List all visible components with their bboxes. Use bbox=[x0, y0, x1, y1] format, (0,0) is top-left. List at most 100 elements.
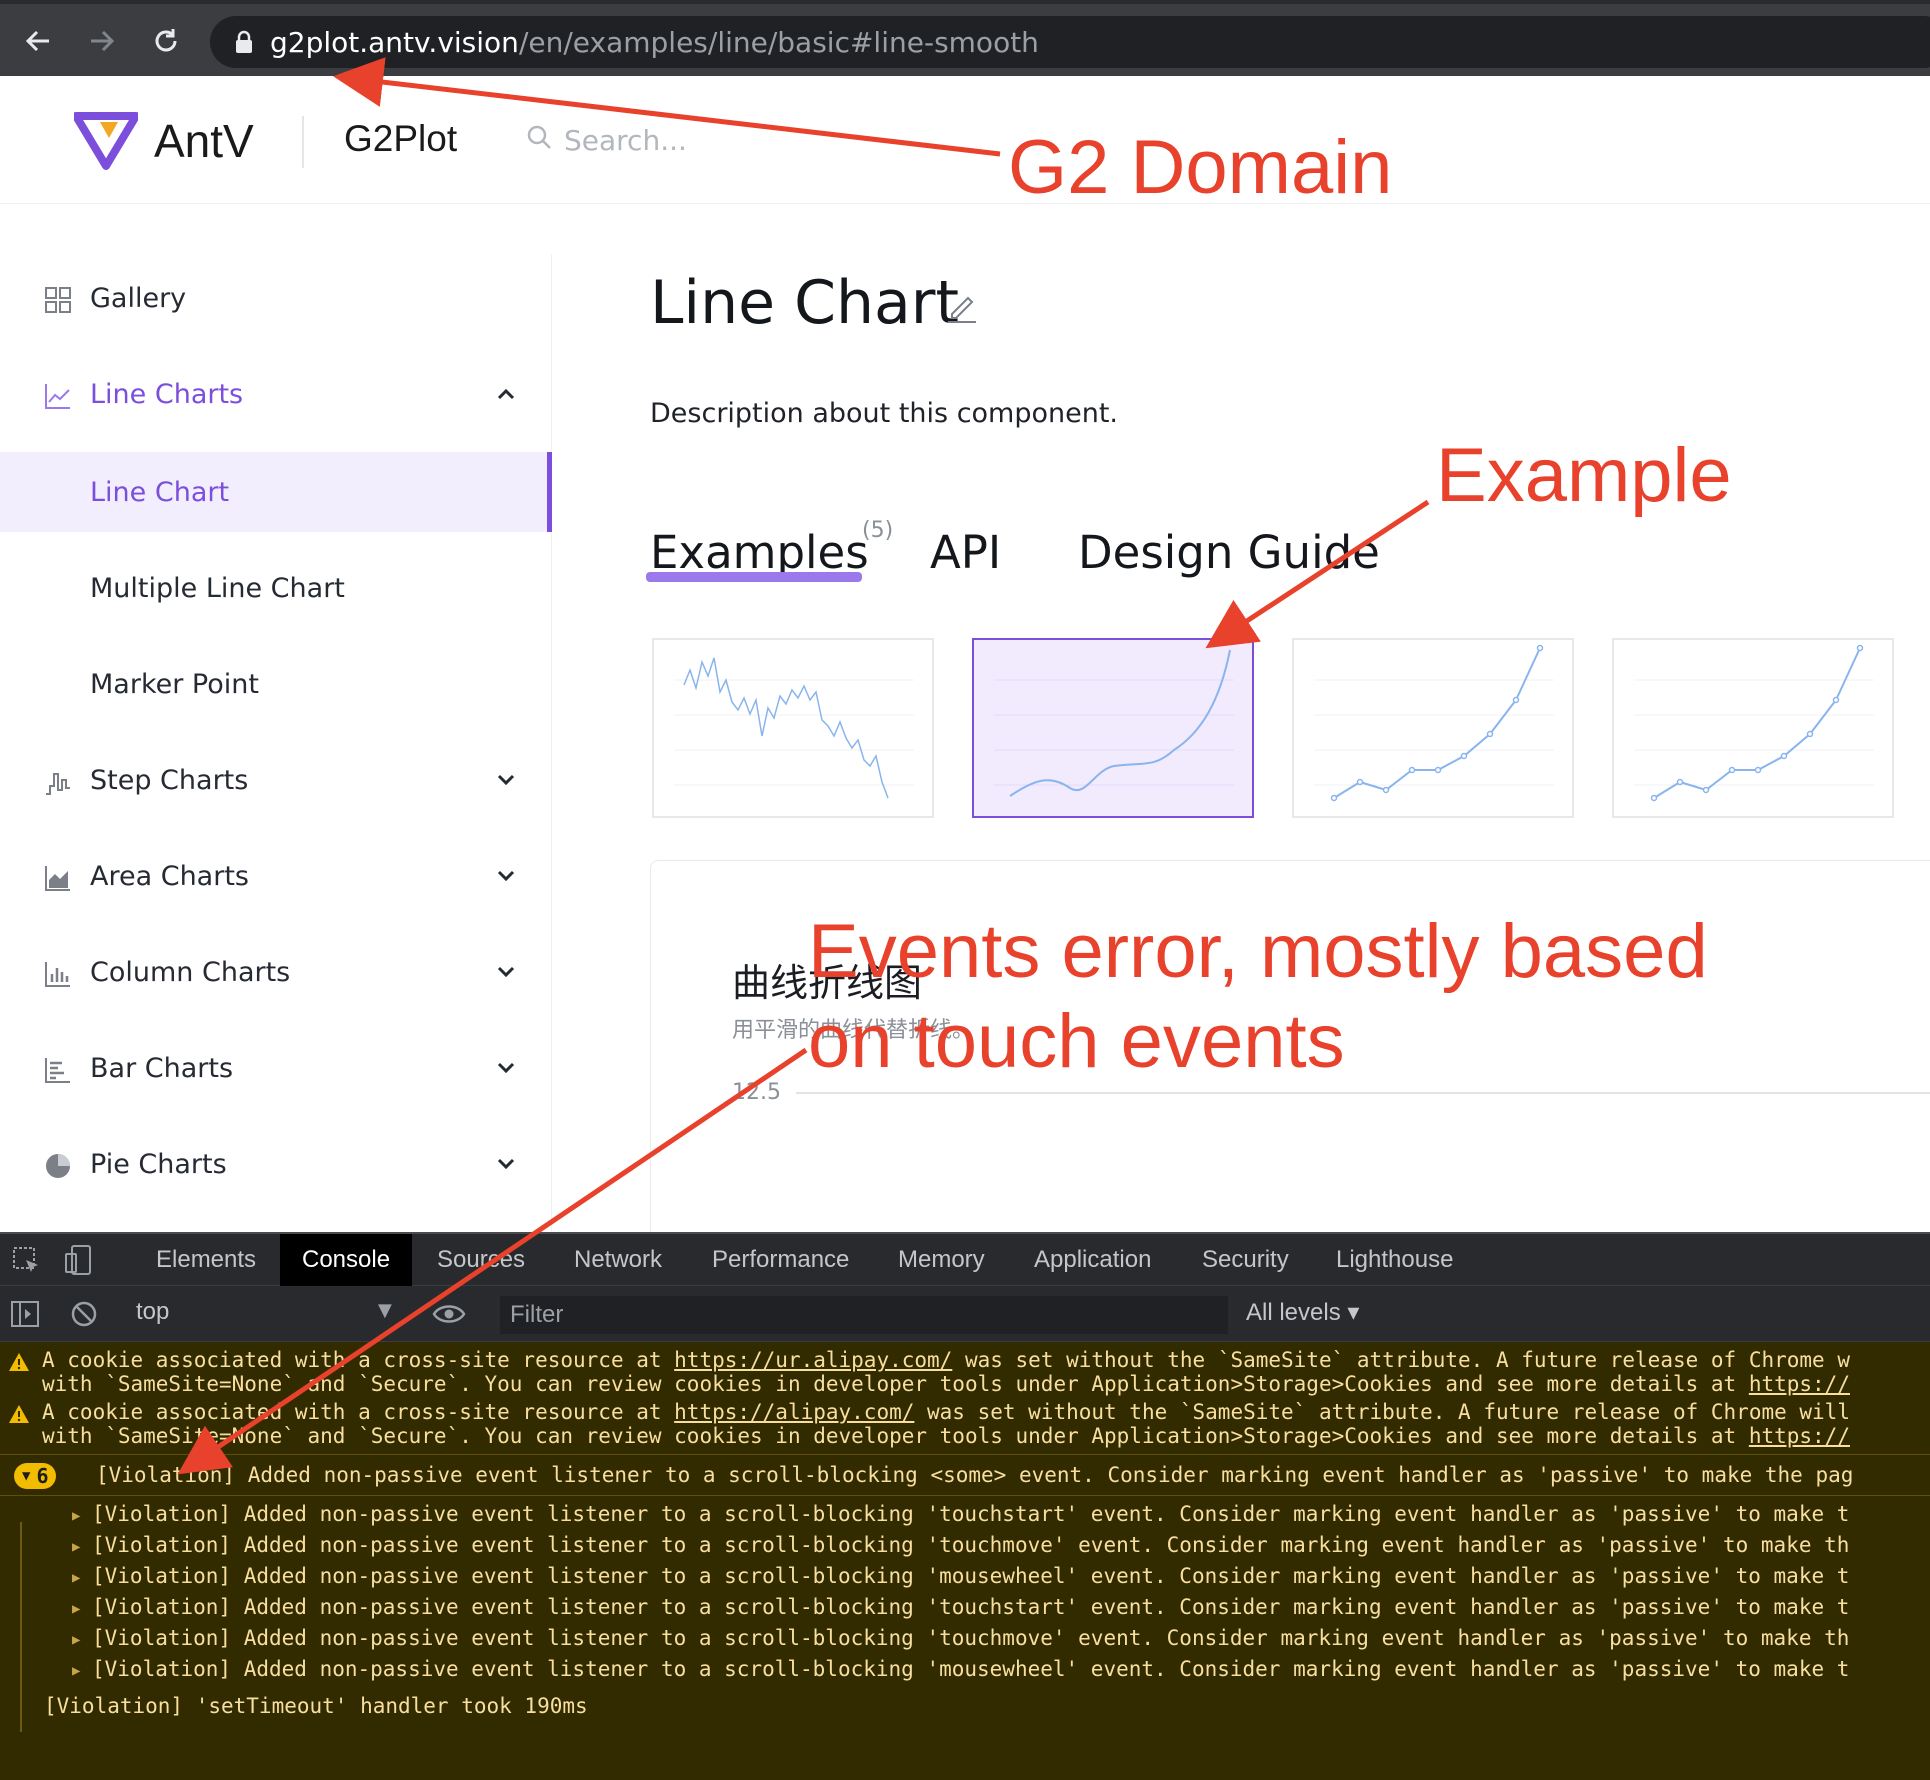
sidebar-item-label: Line Chart bbox=[90, 476, 230, 508]
warning-icon bbox=[9, 1353, 29, 1371]
log-levels-dropdown[interactable]: All levels ▾ bbox=[1246, 1298, 1359, 1327]
sidebar-toggle-icon[interactable] bbox=[10, 1300, 40, 1328]
devtools-tab-lighthouse[interactable]: Lighthouse bbox=[1336, 1234, 1453, 1286]
lock-icon bbox=[236, 30, 252, 53]
live-expression-eye-icon[interactable] bbox=[432, 1302, 466, 1326]
sidebar-item-column-charts[interactable]: Column Charts bbox=[0, 932, 552, 1012]
devtools-tab-memory[interactable]: Memory bbox=[898, 1234, 985, 1286]
sidebar-item-pie-charts[interactable]: Pie Charts bbox=[0, 1124, 552, 1204]
sidebar-item-step-charts[interactable]: Step Charts bbox=[0, 740, 552, 820]
sidebar-item-label: Line Charts bbox=[90, 378, 244, 410]
sidebar-item-gallery[interactable]: Gallery bbox=[0, 258, 552, 338]
warning-link[interactable]: https://ur.alipay.com/ bbox=[674, 1348, 952, 1372]
brand-name[interactable]: AntV bbox=[154, 114, 254, 168]
violation-text: [Violation] Added non-passive event list… bbox=[92, 1564, 1850, 1588]
reload-icon bbox=[155, 29, 177, 52]
tab-api[interactable]: API bbox=[930, 526, 1001, 579]
smooth-line-thumbnail-icon bbox=[994, 649, 1234, 797]
device-toolbar-icon[interactable] bbox=[64, 1244, 94, 1276]
warning-link[interactable]: https://alipay.com/ bbox=[674, 1400, 914, 1424]
violation-message[interactable]: ▶ [Violation] Added non-passive event lis… bbox=[0, 1595, 1930, 1625]
examples-count-badge: (5) bbox=[862, 518, 894, 543]
expand-triangle-icon: ▶ bbox=[72, 1508, 81, 1524]
warning-link[interactable]: https:// bbox=[1749, 1424, 1850, 1448]
example-gridline bbox=[796, 1092, 1930, 1094]
context-dropdown-icon: ▼ bbox=[378, 1300, 392, 1321]
devtools-tab-elements[interactable]: Elements bbox=[156, 1234, 256, 1286]
violation-message[interactable]: ▶ [Violation] Added non-passive event lis… bbox=[0, 1626, 1930, 1656]
violation-group-header[interactable]: ▼ 6 [Violation] Added non-passive event l… bbox=[0, 1454, 1930, 1496]
warning-text: A cookie associated with a cross-site re… bbox=[42, 1348, 675, 1372]
page-title: Line Chart bbox=[650, 268, 959, 338]
warning-text: A cookie associated with a cross-site re… bbox=[42, 1400, 675, 1424]
sidebar-item-line-chart[interactable]: Line Chart bbox=[0, 452, 552, 532]
warning-text: was set without the `SameSite` attribute… bbox=[952, 1348, 1850, 1372]
annotation-events-line2: on touch events bbox=[808, 999, 1345, 1084]
clear-console-icon[interactable] bbox=[70, 1300, 98, 1328]
example-thumbnail[interactable] bbox=[1292, 638, 1574, 818]
warning-icon bbox=[9, 1405, 29, 1423]
forward-button[interactable] bbox=[80, 19, 124, 63]
tab-design-guide[interactable]: Design Guide bbox=[1078, 526, 1380, 579]
expand-triangle-icon: ▶ bbox=[72, 1601, 81, 1617]
search-input[interactable] bbox=[564, 116, 864, 164]
console-warning-message[interactable]: A cookie associated with a cross-site re… bbox=[0, 1400, 1930, 1452]
expand-triangle-icon: ▶ bbox=[72, 1539, 81, 1555]
execution-context-select[interactable]: top bbox=[136, 1298, 169, 1326]
console-toolbar: top ▼ All levels ▾ bbox=[0, 1286, 1930, 1342]
chevron-down-icon bbox=[497, 1158, 515, 1170]
component-description: Description about this component. bbox=[650, 398, 1119, 429]
console-warning-message[interactable]: A cookie associated with a cross-site re… bbox=[0, 1348, 1930, 1400]
sidebar-item-multiple-line-chart[interactable]: Multiple Line Chart bbox=[0, 548, 552, 628]
warning-text: with `SameSite=None` and `Secure`. You c… bbox=[42, 1424, 1749, 1448]
violation-message[interactable]: ▶ [Violation] Added non-passive event lis… bbox=[0, 1657, 1930, 1687]
console-filter-input[interactable] bbox=[500, 1296, 1228, 1334]
devtools-panel: Elements Console Sources Network Perform… bbox=[0, 1232, 1930, 1780]
inspect-element-icon[interactable] bbox=[12, 1246, 42, 1276]
violation-message[interactable]: ▶ [Violation] Added non-passive event lis… bbox=[0, 1533, 1930, 1563]
violation-message[interactable]: ▶ [Violation] Added non-passive event lis… bbox=[0, 1502, 1930, 1532]
devtools-tab-sources[interactable]: Sources bbox=[437, 1234, 525, 1286]
header-divider bbox=[302, 116, 304, 168]
expand-triangle-icon: ▶ bbox=[72, 1632, 81, 1648]
back-button[interactable] bbox=[16, 19, 60, 63]
warning-text: with `SameSite=None` and `Secure`. You c… bbox=[42, 1372, 1749, 1396]
violation-message[interactable]: [Violation] 'setTimeout' handler took 19… bbox=[0, 1694, 1930, 1724]
warning-link[interactable]: https:// bbox=[1749, 1372, 1850, 1396]
step-chart-icon bbox=[46, 773, 70, 795]
line-chart-thumbnail-icon bbox=[674, 657, 914, 799]
violation-count: 6 bbox=[36, 1464, 49, 1488]
devtools-tab-performance[interactable]: Performance bbox=[712, 1234, 849, 1286]
violation-text: [Violation] Added non-passive event list… bbox=[92, 1595, 1850, 1619]
sidebar-item-area-charts[interactable]: Area Charts bbox=[0, 836, 552, 916]
sidebar-item-bar-charts[interactable]: Bar Charts bbox=[0, 1028, 552, 1108]
example-y-tick: 12.5 bbox=[732, 1080, 781, 1105]
address-bar[interactable]: g2plot.antv.vision/en/examples/line/basi… bbox=[210, 16, 1930, 68]
browser-toolbar: g2plot.antv.vision/en/examples/line/basi… bbox=[0, 0, 1930, 76]
url-host: g2plot.antv.vision bbox=[270, 25, 519, 59]
sidebar-item-line-charts[interactable]: Line Charts bbox=[0, 354, 552, 434]
expand-triangle-icon: ▶ bbox=[72, 1570, 81, 1586]
search-icon bbox=[527, 125, 551, 149]
sidebar-item-label: Marker Point bbox=[90, 668, 259, 700]
sidebar: Gallery Line Charts Line Chart Multiple … bbox=[0, 254, 552, 1234]
edit-icon[interactable] bbox=[946, 290, 978, 324]
console-output: A cookie associated with a cross-site re… bbox=[0, 1342, 1930, 1780]
example-thumbnail-selected[interactable] bbox=[972, 638, 1254, 818]
violation-message[interactable]: ▶ [Violation] Added non-passive event lis… bbox=[0, 1564, 1930, 1594]
forward-arrow-icon bbox=[91, 30, 115, 52]
sidebar-item-marker-point[interactable]: Marker Point bbox=[0, 644, 552, 724]
product-name[interactable]: G2Plot bbox=[344, 118, 457, 160]
active-tab-indicator bbox=[646, 572, 862, 582]
reload-button[interactable] bbox=[144, 19, 188, 63]
example-thumbnail[interactable] bbox=[652, 638, 934, 818]
example-thumbnail[interactable] bbox=[1612, 638, 1894, 818]
devtools-tab-console[interactable]: Console bbox=[280, 1234, 413, 1286]
sidebar-item-label: Area Charts bbox=[90, 860, 249, 892]
violation-text: [Violation] Added non-passive event list… bbox=[92, 1657, 1850, 1681]
devtools-tab-security[interactable]: Security bbox=[1202, 1234, 1289, 1286]
violation-text: [Violation] Added non-passive event list… bbox=[92, 1626, 1850, 1650]
devtools-tab-application[interactable]: Application bbox=[1034, 1234, 1151, 1286]
devtools-tab-network[interactable]: Network bbox=[574, 1234, 662, 1286]
pie-chart-icon bbox=[46, 1154, 70, 1178]
